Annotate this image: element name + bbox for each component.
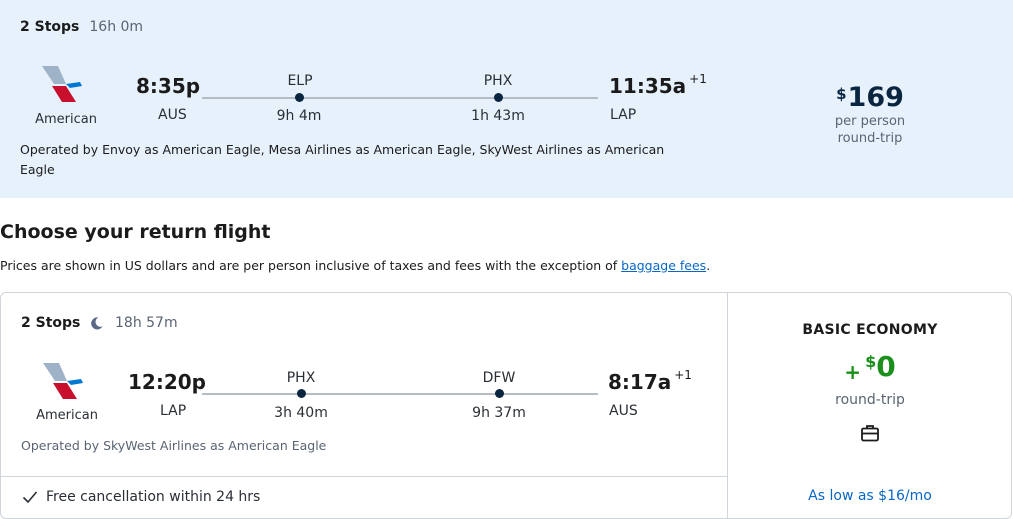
american-airlines-logo-icon	[42, 66, 82, 102]
outbound-stop-2-layover: 1h 43m	[471, 108, 525, 124]
outbound-arrive-time: 11:35a +1	[609, 72, 707, 98]
checkmark-icon	[22, 491, 38, 504]
return-arrive-code: AUS	[609, 403, 638, 419]
free-cancellation: Free cancellation within 24 hrs	[22, 489, 260, 505]
free-cancellation-text: Free cancellation within 24 hrs	[46, 489, 261, 505]
outbound-price-per-person: per person	[834, 114, 906, 129]
outbound-stop-2-dot	[494, 93, 503, 102]
return-stop-1-dot	[297, 389, 306, 398]
outbound-price: $169	[836, 82, 904, 113]
outbound-route-line	[202, 97, 598, 99]
fare-price[interactable]: + $0	[770, 350, 970, 384]
return-route-line	[202, 393, 598, 395]
outbound-stop-2-code: PHX	[483, 73, 513, 89]
american-airlines-logo-icon	[43, 363, 83, 399]
outbound-operated-by: Operated by Envoy as American Eagle, Mes…	[20, 142, 665, 177]
outbound-price-round-trip: round-trip	[837, 131, 903, 146]
return-stop-1-code: PHX	[286, 370, 316, 386]
suitcase-icon	[861, 425, 879, 442]
outbound-stop-1-code: ELP	[287, 73, 313, 89]
return-duration: 18h 57m	[115, 315, 178, 331]
outbound-price-box: $169 per person round-trip	[800, 82, 940, 147]
return-section-title: Choose your return flight	[0, 221, 271, 243]
return-stop-1-layover: 3h 40m	[274, 405, 328, 421]
fare-round-trip: round-trip	[835, 392, 905, 408]
outbound-duration: 16h 0m	[89, 19, 144, 35]
return-stop-2-dot	[495, 389, 504, 398]
return-header: 2 Stops	[21, 315, 80, 331]
selected-outbound-flight[interactable]: 2 Stops 16h 0m American 8:35p AUS ELP 9h…	[0, 0, 1013, 198]
outbound-header: 2 Stops 16h 0m	[20, 19, 143, 35]
outbound-depart-code: AUS	[158, 107, 187, 123]
return-stop-2-layover: 9h 37m	[472, 405, 526, 421]
outbound-arrive-code: LAP	[610, 107, 637, 123]
return-day-offset: +1	[674, 368, 692, 383]
outbound-stops: 2 Stops	[20, 19, 80, 35]
return-depart-time: 12:20p	[128, 370, 206, 394]
return-airline-name: American	[36, 408, 98, 423]
outbound-stop-1-dot	[295, 93, 304, 102]
moon-icon	[91, 317, 103, 330]
return-stops: 2 Stops	[21, 315, 81, 331]
return-stop-2-code: DFW	[482, 370, 516, 386]
outbound-stop-1-layover: 9h 4m	[276, 108, 322, 124]
outbound-airline-name: American	[35, 112, 97, 127]
return-arrive-time: 8:17a +1	[608, 368, 692, 394]
fare-class-name: BASIC ECONOMY	[802, 322, 938, 338]
card-vertical-divider	[727, 292, 728, 519]
baggage-fees-link[interactable]: baggage fees	[621, 258, 706, 273]
price-disclaimer: Prices are shown in US dollars and are p…	[0, 258, 711, 273]
card-horizontal-divider	[1, 476, 727, 477]
outbound-depart-time: 8:35p	[136, 74, 201, 98]
return-depart-code: LAP	[160, 403, 187, 419]
return-operated-by: Operated by SkyWest Airlines as American…	[21, 438, 327, 453]
as-low-as-link[interactable]: As low as $16/mo	[770, 488, 970, 504]
outbound-day-offset: +1	[689, 72, 707, 87]
